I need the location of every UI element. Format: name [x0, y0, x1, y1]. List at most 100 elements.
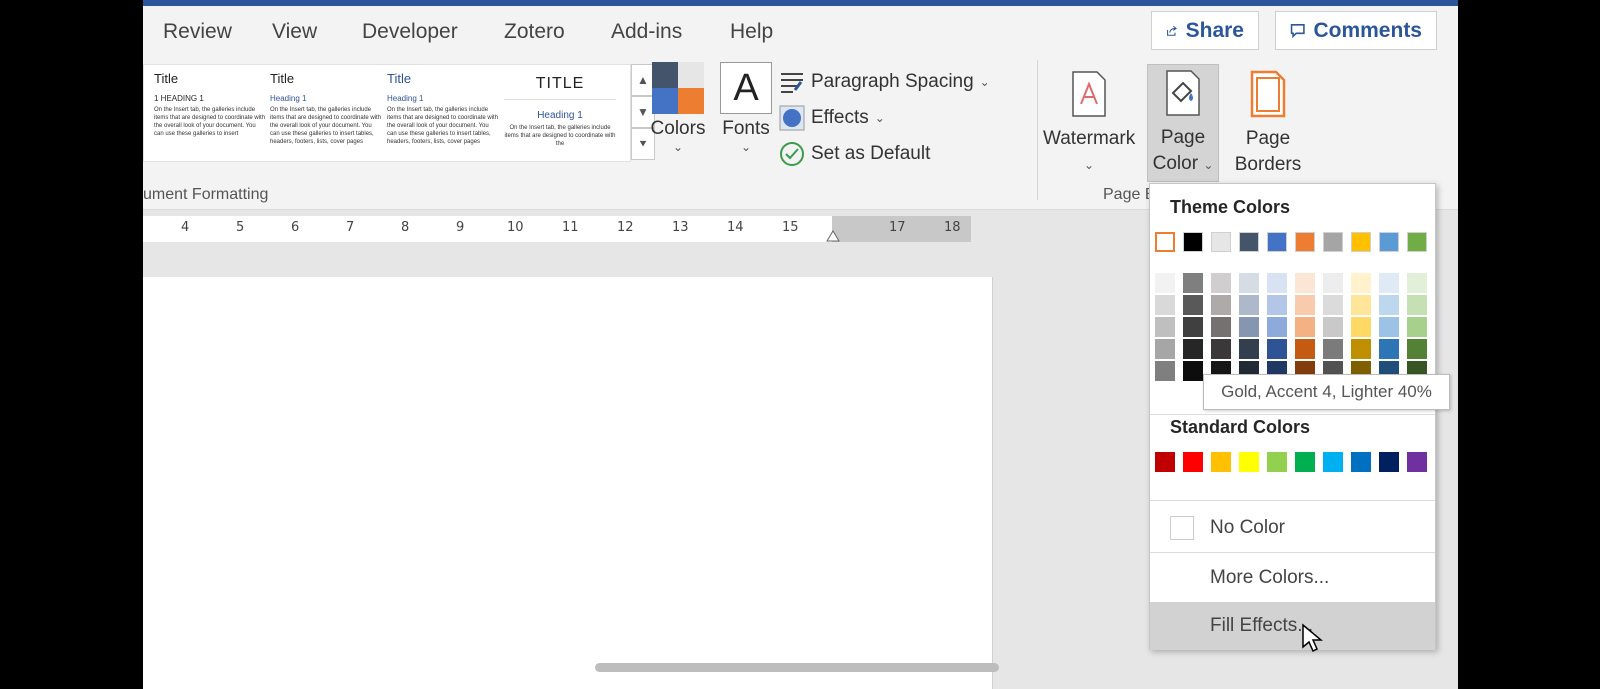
theme-shade-swatch[interactable] — [1211, 317, 1231, 337]
theme-shade-swatch[interactable] — [1239, 273, 1259, 293]
theme-shade-swatch[interactable] — [1295, 295, 1315, 315]
theme-color-swatch[interactable] — [1295, 232, 1315, 252]
theme-shade-swatch[interactable] — [1407, 273, 1427, 293]
style-set-thumb[interactable]: Title Heading 1 On the Insert tab, the g… — [387, 71, 499, 157]
indent-marker-icon[interactable] — [826, 228, 840, 242]
theme-colors-heading: Theme Colors — [1170, 197, 1291, 217]
tab-review[interactable]: Review — [163, 20, 232, 44]
fonts-button[interactable]: A Fonts ⌄ — [715, 62, 777, 170]
theme-shade-swatch[interactable] — [1183, 317, 1203, 337]
fill-effects-item[interactable]: Fill Effects... — [1150, 602, 1435, 650]
theme-shade-swatch[interactable] — [1267, 317, 1287, 337]
effects-button[interactable]: Effects ⌄ — [779, 100, 1009, 136]
theme-shade-swatch[interactable] — [1379, 295, 1399, 315]
style-set-thumb[interactable]: Title Heading 1 On the Insert tab, the g… — [270, 71, 382, 157]
no-color-item[interactable]: No Color — [1150, 504, 1435, 552]
ruler-number: 18 — [944, 220, 961, 235]
theme-shade-swatch[interactable] — [1295, 273, 1315, 293]
theme-shade-swatch[interactable] — [1351, 339, 1371, 359]
theme-shade-swatch[interactable] — [1155, 273, 1175, 293]
theme-color-swatch[interactable] — [1211, 232, 1231, 252]
watermark-icon — [1072, 71, 1106, 117]
tab-view[interactable]: View — [272, 20, 317, 44]
theme-shade-swatch[interactable] — [1239, 295, 1259, 315]
theme-shade-swatch[interactable] — [1379, 339, 1399, 359]
tab-zotero[interactable]: Zotero — [504, 20, 565, 44]
mouse-cursor-icon — [1302, 623, 1323, 653]
theme-shade-swatch[interactable] — [1155, 339, 1175, 359]
no-color-swatch — [1170, 516, 1194, 540]
set-as-default-button[interactable]: Set as Default — [779, 136, 1009, 172]
standard-color-swatch[interactable] — [1323, 452, 1343, 472]
paragraph-spacing-button[interactable]: Paragraph Spacing ⌄ — [779, 64, 1009, 100]
theme-shade-swatch[interactable] — [1323, 339, 1343, 359]
page-color-button[interactable]: Page Color ⌄ — [1147, 64, 1219, 182]
theme-color-swatch[interactable] — [1267, 232, 1287, 252]
theme-shade-swatch[interactable] — [1211, 273, 1231, 293]
standard-color-swatch[interactable] — [1407, 452, 1427, 472]
standard-color-swatch[interactable] — [1239, 452, 1259, 472]
horizontal-ruler[interactable]: 4 5 6 7 8 9 10 11 12 13 14 15 17 18 — [143, 216, 971, 242]
theme-shade-swatch[interactable] — [1295, 317, 1315, 337]
theme-color-swatch[interactable] — [1183, 232, 1203, 252]
theme-shade-swatch[interactable] — [1351, 273, 1371, 293]
theme-shade-swatch[interactable] — [1379, 273, 1399, 293]
style-set-thumb[interactable]: Title 1 HEADING 1 On the Insert tab, the… — [154, 71, 266, 157]
theme-shade-swatch[interactable] — [1267, 339, 1287, 359]
theme-color-swatch[interactable] — [1323, 232, 1343, 252]
theme-shade-swatch[interactable] — [1211, 295, 1231, 315]
theme-color-swatch[interactable] — [1407, 232, 1427, 252]
theme-shade-swatch[interactable] — [1351, 295, 1371, 315]
theme-shade-swatch[interactable] — [1155, 295, 1175, 315]
theme-shade-swatch[interactable] — [1155, 361, 1175, 381]
theme-shade-swatch[interactable] — [1407, 339, 1427, 359]
color-tooltip: Gold, Accent 4, Lighter 40% — [1203, 374, 1450, 410]
theme-shade-swatch[interactable] — [1183, 295, 1203, 315]
theme-shade-swatch[interactable] — [1379, 317, 1399, 337]
theme-color-swatch[interactable] — [1351, 232, 1371, 252]
theme-shade-swatch[interactable] — [1155, 317, 1175, 337]
document-page[interactable] — [143, 277, 993, 689]
theme-shade-swatch[interactable] — [1239, 317, 1259, 337]
tab-developer[interactable]: Developer — [362, 20, 458, 44]
effects-icon — [779, 105, 805, 131]
horizontal-scrollbar[interactable] — [595, 663, 999, 672]
style-set-thumb[interactable]: TITLE Heading 1 On the Insert tab, the g… — [504, 71, 616, 157]
colors-icon — [652, 62, 704, 114]
theme-shade-swatch[interactable] — [1183, 361, 1203, 381]
theme-color-swatch[interactable] — [1155, 232, 1175, 252]
theme-shade-swatch[interactable] — [1323, 273, 1343, 293]
theme-shade-swatch[interactable] — [1211, 339, 1231, 359]
theme-shade-swatch[interactable] — [1183, 339, 1203, 359]
theme-shade-swatch[interactable] — [1351, 317, 1371, 337]
standard-color-swatch[interactable] — [1267, 452, 1287, 472]
standard-color-swatch[interactable] — [1295, 452, 1315, 472]
theme-shade-swatch[interactable] — [1407, 317, 1427, 337]
more-colors-item[interactable]: More Colors... — [1150, 554, 1435, 602]
share-button[interactable]: Share — [1151, 11, 1259, 50]
group-label-document-formatting: ument Formatting — [143, 186, 269, 203]
theme-shade-swatch[interactable] — [1239, 339, 1259, 359]
theme-shade-swatch[interactable] — [1295, 339, 1315, 359]
theme-color-swatch[interactable] — [1239, 232, 1259, 252]
chevron-down-icon: ⌄ — [874, 111, 885, 125]
comments-button[interactable]: Comments — [1275, 11, 1437, 50]
theme-shade-swatch[interactable] — [1267, 273, 1287, 293]
standard-color-swatch[interactable] — [1155, 452, 1175, 472]
standard-color-swatch[interactable] — [1351, 452, 1371, 472]
ruler-number: 15 — [782, 220, 799, 235]
watermark-button[interactable]: Watermark ⌄ — [1043, 64, 1135, 178]
colors-button[interactable]: Colors ⌄ — [647, 62, 709, 170]
theme-shade-swatch[interactable] — [1183, 273, 1203, 293]
tab-help[interactable]: Help — [730, 20, 773, 44]
standard-color-swatch[interactable] — [1379, 452, 1399, 472]
theme-color-swatch[interactable] — [1379, 232, 1399, 252]
tab-add-ins[interactable]: Add-ins — [611, 20, 682, 44]
standard-color-swatch[interactable] — [1183, 452, 1203, 472]
page-borders-button[interactable]: Page Borders — [1223, 64, 1313, 178]
theme-shade-swatch[interactable] — [1407, 295, 1427, 315]
theme-shade-swatch[interactable] — [1267, 295, 1287, 315]
standard-color-swatch[interactable] — [1211, 452, 1231, 472]
theme-shade-swatch[interactable] — [1323, 295, 1343, 315]
theme-shade-swatch[interactable] — [1323, 317, 1343, 337]
